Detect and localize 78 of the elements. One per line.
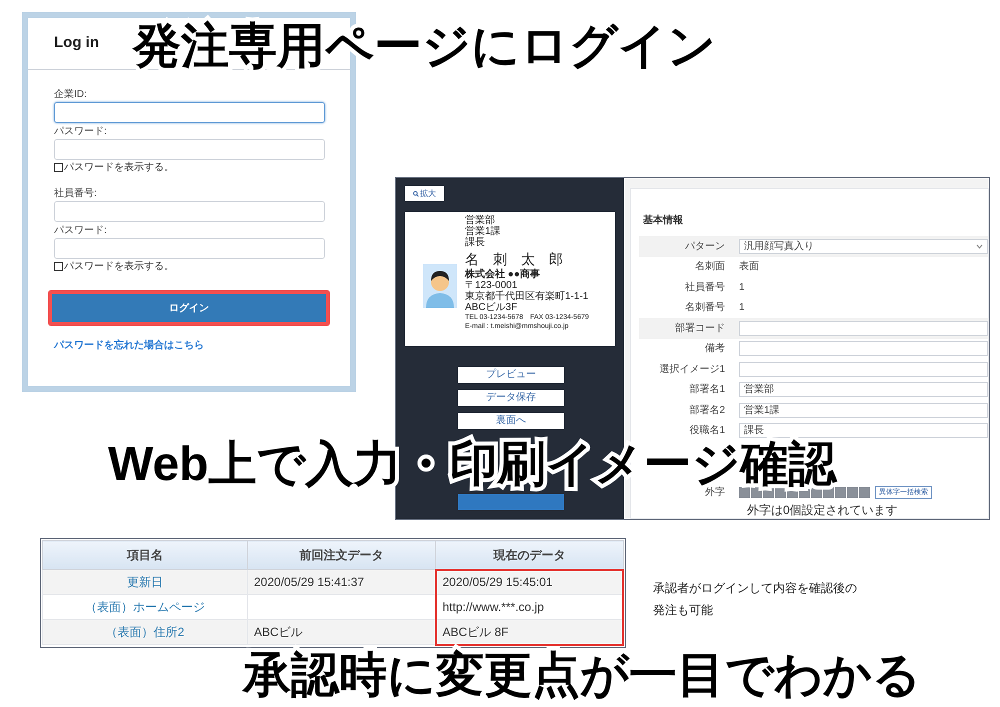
approval-note: 承認者がログインして内容を確認後の: [653, 580, 857, 597]
field-label: 社員番号: [684, 280, 726, 295]
field-label: パスワード:: [54, 224, 108, 238]
note-text: 外字は0個設定されています: [747, 504, 899, 516]
login-title: Log in: [54, 33, 99, 54]
field-label: 部署名2: [688, 404, 726, 418]
panel-button[interactable]: 裏面へ: [458, 413, 564, 429]
field-label: 社員番号:: [54, 187, 98, 201]
section-title: 基本情報: [643, 214, 684, 228]
column-header: 項目名: [42, 540, 248, 570]
card-text: 営業部: [465, 215, 495, 226]
field-label: 役職名1: [688, 424, 726, 438]
gaiji-slot-icon: [799, 486, 810, 498]
gaiji-slot-icon: [751, 486, 762, 498]
field-label: パターン: [684, 240, 726, 254]
input-field[interactable]: [739, 362, 988, 377]
table-cell: 更新日: [42, 570, 248, 594]
field-label: 名刺面: [694, 260, 726, 274]
card-text: 営業1課: [465, 226, 502, 237]
approval-note: 発注も可能: [653, 602, 714, 619]
gaiji-slot-icon: [835, 486, 846, 498]
column-header: 前回注文データ: [248, 540, 436, 570]
table-cell: ABCビル 8F: [436, 620, 623, 644]
input-field[interactable]: [54, 139, 325, 160]
field-label: 部署コード: [674, 322, 726, 336]
table-cell: http://www.***.co.jp: [436, 594, 623, 620]
card-text: ABCビル3F: [465, 302, 518, 313]
field-label: 部署名1: [688, 382, 726, 398]
card-text: 〒123-0001: [465, 280, 518, 291]
table-cell: （表面）ホームページ: [42, 594, 248, 620]
next-button[interactable]: [458, 494, 564, 510]
checkbox[interactable]: [54, 163, 63, 172]
gaiji-slot-icon: [763, 486, 774, 498]
login-button[interactable]: ログイン: [52, 294, 326, 322]
field-value: 1: [739, 301, 745, 316]
caption-text: 承認時に変更点が一目でわかる: [243, 651, 921, 701]
field-value: 表面: [739, 260, 759, 274]
input-field[interactable]: 営業部: [739, 382, 988, 398]
pattern-dropdown[interactable]: 汎用顔写真入り: [739, 238, 988, 254]
gaiji-slot-icon: [775, 486, 786, 498]
panel-button[interactable]: データ保存: [458, 390, 564, 406]
column-header: 現在のデータ: [436, 540, 623, 570]
card-text: 東京都千代田区有楽町1-1-1: [465, 291, 590, 302]
forgot-password-link[interactable]: パスワードを忘れた場合はこちら: [54, 338, 324, 353]
card-text: 課長: [465, 237, 486, 248]
input-field[interactable]: 営業1課: [739, 402, 988, 418]
input-field[interactable]: [739, 341, 988, 356]
checkbox-label: パスワードを表示する。: [64, 160, 174, 175]
card-company: 株式会社 ●●商事: [465, 269, 541, 280]
person-silhouette-icon: [423, 264, 457, 308]
gaiji-slot-icon: [811, 486, 822, 498]
gaiji-slot-icon: [739, 486, 750, 498]
table-cell: 2020/05/29 15:45:01: [436, 570, 623, 594]
table-cell: （表面）住所2: [42, 620, 248, 644]
gaiji-slot-icon: [859, 486, 870, 498]
chevron-down-icon: [976, 244, 983, 249]
table-cell: ABCビル: [248, 620, 436, 644]
panel-button[interactable]: プレビュー: [458, 367, 564, 383]
gaiji-slot-icon: [847, 486, 858, 498]
field-label: 企業ID:: [54, 88, 88, 102]
input-field[interactable]: 課長: [739, 423, 988, 438]
search-icon: [413, 190, 419, 196]
zoom-button[interactable]: 拡大: [405, 186, 444, 201]
field-label: パスワード:: [54, 125, 108, 139]
field-label: 備考: [704, 342, 726, 356]
input-field[interactable]: [54, 238, 325, 259]
input-field[interactable]: [739, 320, 988, 336]
caption-text: 発注専用ページにログイン: [133, 22, 716, 72]
table-cell: 2020/05/29 15:41:37: [248, 570, 436, 594]
field-label: 名刺番号: [684, 300, 726, 316]
checkbox[interactable]: [54, 262, 63, 271]
input-field[interactable]: [54, 201, 325, 222]
field-label: 選択イメージ1: [658, 362, 726, 377]
field-value: 1: [739, 280, 745, 295]
card-name: 名 刺 太 郎: [465, 250, 564, 268]
input-field[interactable]: [54, 102, 325, 123]
checkbox-label: パスワードを表示する。: [64, 260, 174, 274]
gaiji-slot-icon: [823, 486, 834, 498]
